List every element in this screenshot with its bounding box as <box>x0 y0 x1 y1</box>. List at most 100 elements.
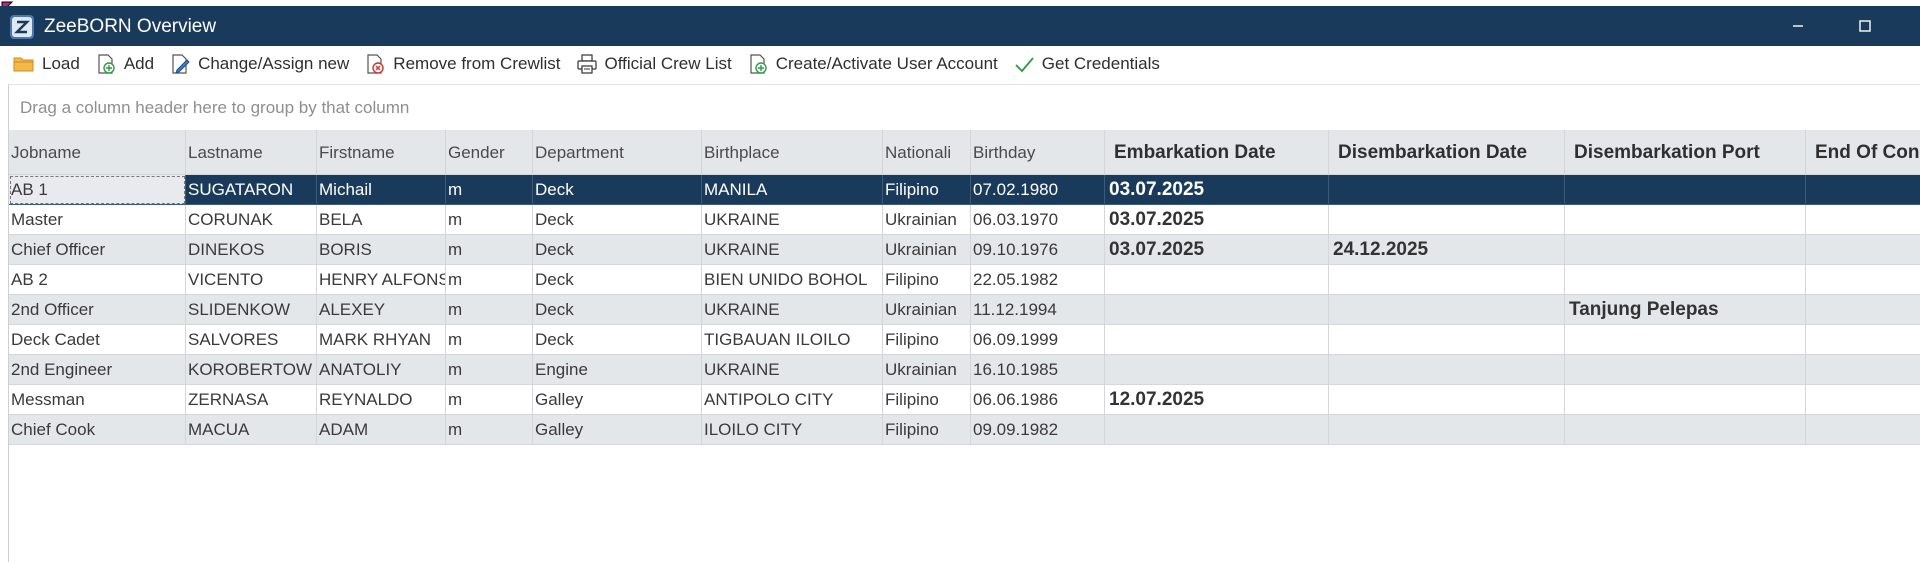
cell-end-of-contract[interactable] <box>1806 295 1920 325</box>
cell-nationality[interactable]: Filipino <box>883 175 971 205</box>
cell-birthplace[interactable]: UKRAINE <box>702 295 883 325</box>
cell-birthday[interactable]: 06.03.1970 <box>971 205 1105 235</box>
cell-lastname[interactable]: KOROBERTOW <box>186 355 317 385</box>
cell-department[interactable]: Galley <box>533 415 702 445</box>
table-row[interactable]: Messman ZERNASA REYNALDO m Galley ANTIPOLO CI… <box>9 385 1920 415</box>
cell-disembarkation-port[interactable] <box>1565 355 1806 385</box>
cell-department[interactable]: Deck <box>533 175 702 205</box>
cell-gender[interactable]: m <box>446 175 533 205</box>
cell-disembarkation-date[interactable] <box>1329 385 1565 415</box>
cell-gender[interactable]: m <box>446 235 533 265</box>
cell-lastname[interactable]: SALVORES <box>186 325 317 355</box>
cell-department[interactable]: Deck <box>533 325 702 355</box>
cell-disembarkation-port[interactable] <box>1565 415 1806 445</box>
cell-nationality[interactable]: Filipino <box>883 415 971 445</box>
cell-disembarkation-port[interactable] <box>1565 325 1806 355</box>
cell-embarkation-date[interactable] <box>1105 265 1329 295</box>
cell-lastname[interactable]: CORUNAK <box>186 205 317 235</box>
cell-disembarkation-date[interactable] <box>1329 205 1565 235</box>
cell-gender[interactable]: m <box>446 205 533 235</box>
table-row[interactable]: AB 1 SUGATARON Michail m Deck MANILA Filipino 0… <box>9 175 1920 205</box>
table-row[interactable]: AB 2 VICENTO HENRY ALFONS m Deck BIEN UNIDO B… <box>9 265 1920 295</box>
add-button[interactable]: Add <box>94 52 154 76</box>
cell-disembarkation-port[interactable]: Tanjung Pelepas <box>1565 295 1806 325</box>
load-button[interactable]: Load <box>12 52 80 76</box>
cell-birthplace[interactable]: UKRAINE <box>702 235 883 265</box>
cell-birthday[interactable]: 16.10.1985 <box>971 355 1105 385</box>
column-header-embarkation-date[interactable]: Embarkation Date <box>1105 130 1329 175</box>
cell-embarkation-date[interactable] <box>1105 325 1329 355</box>
cell-jobname[interactable]: Deck Cadet <box>9 325 186 355</box>
group-by-panel[interactable]: Drag a column header here to group by th… <box>8 84 1920 130</box>
cell-nationality[interactable]: Ukrainian <box>883 295 971 325</box>
cell-disembarkation-port[interactable] <box>1565 205 1806 235</box>
cell-department[interactable]: Deck <box>533 295 702 325</box>
create-activate-user-account-button[interactable]: Create/Activate User Account <box>746 52 998 76</box>
cell-end-of-contract[interactable] <box>1806 235 1920 265</box>
cell-embarkation-date[interactable]: 03.07.2025 <box>1105 175 1329 205</box>
cell-firstname[interactable]: REYNALDO <box>317 385 446 415</box>
cell-end-of-contract[interactable] <box>1806 415 1920 445</box>
column-header-birthday[interactable]: Birthday <box>971 130 1105 175</box>
cell-firstname[interactable]: BELA <box>317 205 446 235</box>
cell-birthday[interactable]: 22.05.1982 <box>971 265 1105 295</box>
cell-disembarkation-port[interactable] <box>1565 265 1806 295</box>
cell-birthday[interactable]: 06.06.1986 <box>971 385 1105 415</box>
cell-lastname[interactable]: SLIDENKOW <box>186 295 317 325</box>
cell-gender[interactable]: m <box>446 265 533 295</box>
cell-embarkation-date[interactable] <box>1105 295 1329 325</box>
column-header-firstname[interactable]: Firstname <box>317 130 446 175</box>
cell-birthplace[interactable]: ANTIPOLO CITY <box>702 385 883 415</box>
cell-department[interactable]: Deck <box>533 265 702 295</box>
cell-end-of-contract[interactable] <box>1806 175 1920 205</box>
cell-disembarkation-date[interactable] <box>1329 355 1565 385</box>
cell-jobname[interactable]: Chief Cook <box>9 415 186 445</box>
cell-birthplace[interactable]: BIEN UNIDO BOHOL <box>702 265 883 295</box>
cell-embarkation-date[interactable] <box>1105 355 1329 385</box>
cell-jobname[interactable]: Chief Officer <box>9 235 186 265</box>
cell-embarkation-date[interactable]: 12.07.2025 <box>1105 385 1329 415</box>
cell-jobname[interactable]: Master <box>9 205 186 235</box>
cell-department[interactable]: Deck <box>533 205 702 235</box>
table-row[interactable]: Deck Cadet SALVORES MARK RHYAN m Deck TIGBAUA… <box>9 325 1920 355</box>
cell-gender[interactable]: m <box>446 415 533 445</box>
cell-firstname[interactable]: ADAM <box>317 415 446 445</box>
cell-lastname[interactable]: ZERNASA <box>186 385 317 415</box>
cell-disembarkation-port[interactable] <box>1565 385 1806 415</box>
cell-birthplace[interactable]: ILOILO CITY <box>702 415 883 445</box>
cell-birthday[interactable]: 07.02.1980 <box>971 175 1105 205</box>
cell-department[interactable]: Engine <box>533 355 702 385</box>
cell-birthday[interactable]: 11.12.1994 <box>971 295 1105 325</box>
cell-lastname[interactable]: VICENTO <box>186 265 317 295</box>
cell-firstname[interactable]: ALEXEY <box>317 295 446 325</box>
table-row[interactable]: Master CORUNAK BELA m Deck UKRAINE Ukrainian 06… <box>9 205 1920 235</box>
cell-lastname[interactable]: MACUA <box>186 415 317 445</box>
column-header-lastname[interactable]: Lastname <box>186 130 317 175</box>
cell-gender[interactable]: m <box>446 385 533 415</box>
cell-disembarkation-port[interactable] <box>1565 235 1806 265</box>
cell-gender[interactable]: m <box>446 295 533 325</box>
table-row[interactable]: Chief Cook MACUA ADAM m Galley ILOILO CITY Fil… <box>9 415 1920 445</box>
cell-lastname[interactable]: SUGATARON <box>186 175 317 205</box>
cell-department[interactable]: Galley <box>533 385 702 415</box>
cell-jobname[interactable]: 2nd Engineer <box>9 355 186 385</box>
cell-birthday[interactable]: 09.10.1976 <box>971 235 1105 265</box>
cell-embarkation-date[interactable] <box>1105 415 1329 445</box>
cell-embarkation-date[interactable]: 03.07.2025 <box>1105 205 1329 235</box>
cell-disembarkation-date[interactable] <box>1329 415 1565 445</box>
table-row[interactable]: 2nd Officer SLIDENKOW ALEXEY m Deck UKRAINE Uk… <box>9 295 1920 325</box>
cell-nationality[interactable]: Filipino <box>883 265 971 295</box>
maximize-button[interactable] <box>1837 6 1893 46</box>
cell-end-of-contract[interactable] <box>1806 265 1920 295</box>
cell-embarkation-date[interactable]: 03.07.2025 <box>1105 235 1329 265</box>
cell-jobname[interactable]: AB 2 <box>9 265 186 295</box>
cell-disembarkation-date[interactable] <box>1329 265 1565 295</box>
cell-firstname[interactable]: ANATOLIY <box>317 355 446 385</box>
cell-end-of-contract[interactable] <box>1806 385 1920 415</box>
cell-end-of-contract[interactable] <box>1806 355 1920 385</box>
table-row[interactable]: Chief Officer DINEKOS BORIS m Deck UKRAINE Ukr… <box>9 235 1920 265</box>
cell-gender[interactable]: m <box>446 355 533 385</box>
official-crew-list-button[interactable]: Official Crew List <box>575 52 732 76</box>
cell-nationality[interactable]: Ukrainian <box>883 355 971 385</box>
remove-from-crewlist-button[interactable]: Remove from Crewlist <box>363 52 561 76</box>
